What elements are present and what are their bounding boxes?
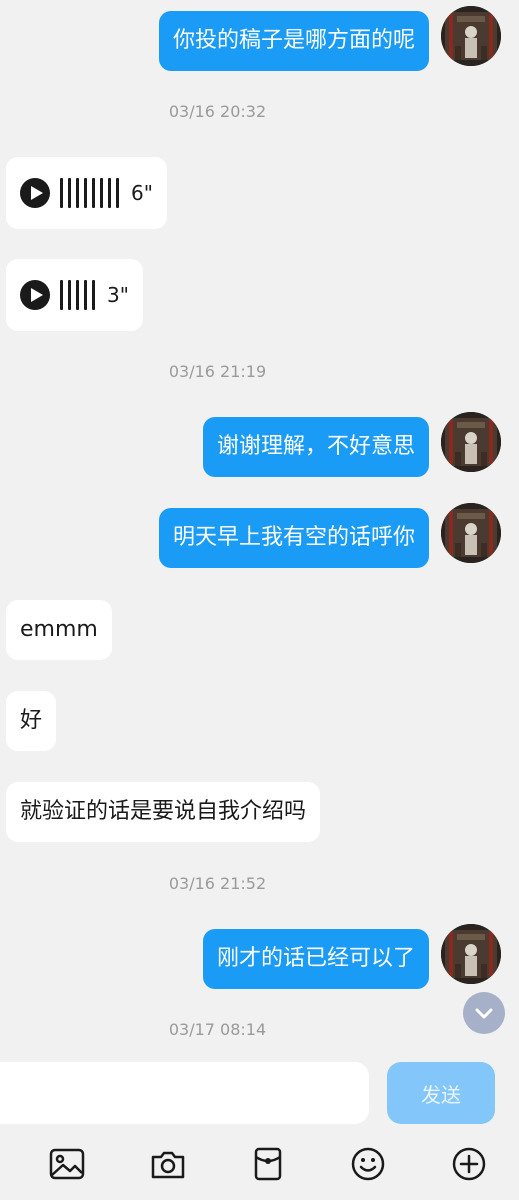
play-icon[interactable] [20, 178, 50, 208]
camera-icon [151, 1151, 185, 1179]
timestamp: 03/16 21:19 [168, 362, 267, 381]
avatar[interactable] [441, 924, 501, 984]
image-icon [49, 1148, 85, 1180]
voice-waveform [60, 280, 95, 310]
plus-icon [452, 1147, 486, 1181]
avatar-image [441, 6, 501, 66]
more-button[interactable] [449, 1144, 489, 1184]
avatar[interactable] [441, 6, 501, 66]
chevron-down-icon [475, 1008, 493, 1019]
voice-duration: 3" [107, 283, 129, 307]
voice-waveform [60, 178, 119, 208]
avatar-image [441, 924, 501, 984]
avatar[interactable] [441, 412, 501, 472]
toolbar [0, 1132, 519, 1200]
voice-message[interactable]: 3" [6, 259, 143, 331]
avatar-image [441, 412, 501, 472]
avatar-image [441, 503, 501, 563]
emoji-icon [351, 1147, 385, 1181]
send-button[interactable]: 发送 [387, 1062, 495, 1124]
chat-area[interactable]: 你投的稿子是哪方面的呢 03/16 20:32 6" 3" 03/16 21:1… [0, 0, 519, 1052]
avatar[interactable] [441, 503, 501, 563]
my-message-bubble[interactable]: 刚才的话已经可以了 [202, 929, 429, 989]
my-message-bubble[interactable]: 你投的稿子是哪方面的呢 [158, 11, 429, 71]
other-message-bubble[interactable]: 就验证的话是要说自我介绍吗 [6, 782, 321, 842]
red-packet-icon [254, 1147, 282, 1181]
my-message-bubble[interactable]: 谢谢理解，不好意思 [202, 417, 429, 477]
other-message-bubble[interactable]: 好 [6, 691, 57, 751]
image-button[interactable] [47, 1144, 87, 1184]
camera-button[interactable] [148, 1144, 188, 1184]
emoji-button[interactable] [348, 1144, 388, 1184]
voice-message[interactable]: 6" [6, 157, 167, 229]
play-icon[interactable] [20, 280, 50, 310]
timestamp: 03/16 20:32 [168, 102, 267, 121]
red-packet-button[interactable] [248, 1144, 288, 1184]
message-input[interactable] [0, 1062, 369, 1124]
scroll-to-bottom-button[interactable] [463, 992, 505, 1034]
other-message-bubble[interactable]: emmm [6, 600, 112, 660]
my-message-bubble[interactable]: 明天早上我有空的话呼你 [158, 508, 429, 568]
input-bar: 发送 [0, 1052, 519, 1132]
voice-duration: 6" [131, 181, 153, 205]
timestamp: 03/16 21:52 [168, 874, 267, 893]
timestamp: 03/17 08:14 [168, 1020, 267, 1039]
